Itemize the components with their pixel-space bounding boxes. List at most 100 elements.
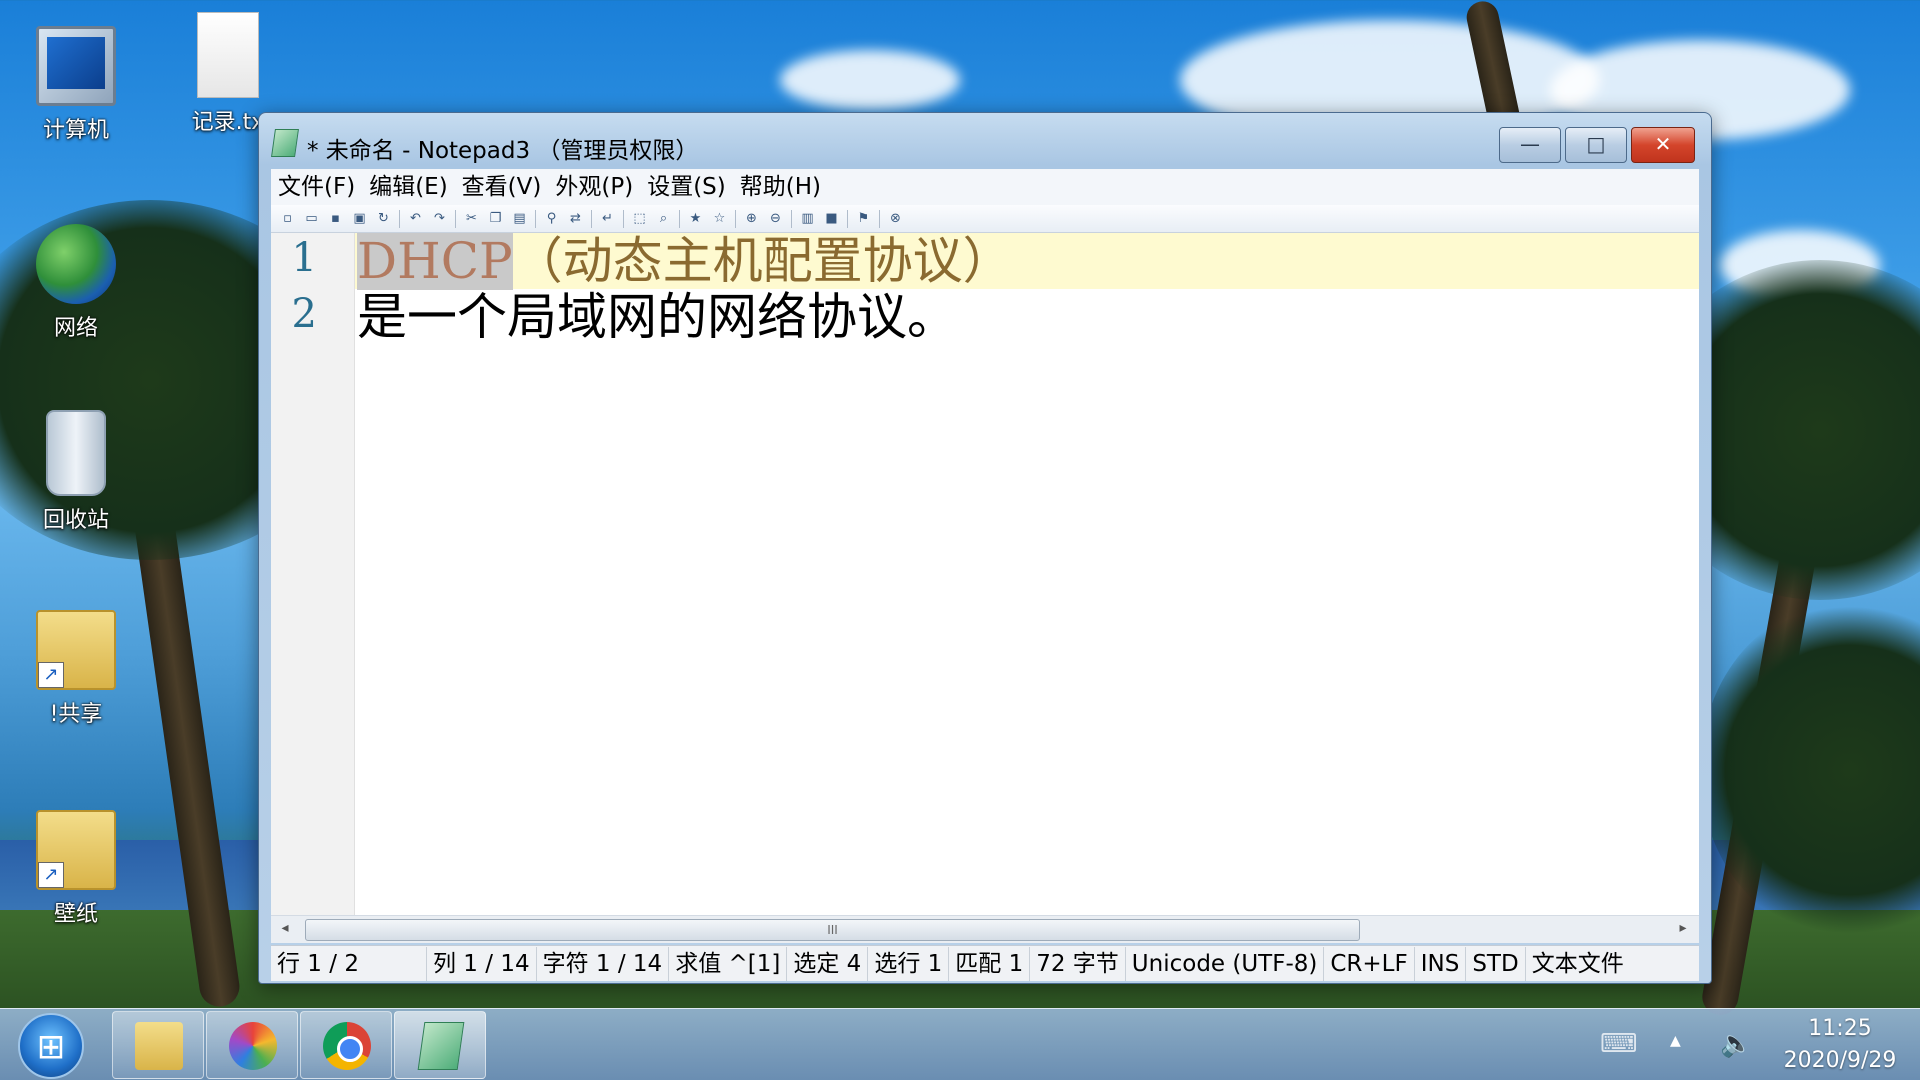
console-icon[interactable]: ■: [821, 210, 842, 228]
chrome-icon: [323, 1022, 371, 1070]
paste-icon[interactable]: ▤: [509, 210, 530, 228]
replace-icon[interactable]: ⇄: [565, 210, 586, 228]
desktop-icon-computer[interactable]: 计算机: [16, 26, 136, 144]
status-std[interactable]: STD: [1466, 947, 1525, 981]
reload-icon[interactable]: ↻: [373, 210, 394, 228]
title-bar[interactable]: * 未命名 - Notepad3 （管理员权限） — □ ✕: [259, 113, 1711, 161]
recycle-bin-icon: [46, 410, 106, 496]
toolbar-separator: [847, 210, 848, 228]
status-selection[interactable]: 选定 4: [787, 947, 868, 981]
toolbar-separator: [679, 210, 680, 228]
toolbar-separator: [399, 210, 400, 228]
toolbar-separator: [591, 210, 592, 228]
line-number: 2: [271, 291, 317, 337]
save-as-icon[interactable]: ▣: [349, 210, 370, 228]
notepad3-icon: [418, 1022, 465, 1070]
close-doc-icon[interactable]: ⊗: [885, 210, 906, 228]
notepad3-window: * 未命名 - Notepad3 （管理员权限） — □ ✕ 文件(F) 编辑(…: [258, 112, 1712, 984]
toolbar-separator: [735, 210, 736, 228]
undo-icon[interactable]: ↶: [405, 210, 426, 228]
status-matches[interactable]: 匹配 1: [949, 947, 1030, 981]
status-char[interactable]: 字符 1 / 14: [537, 947, 670, 981]
zoom-in-icon[interactable]: ⊕: [741, 210, 762, 228]
pin-icon[interactable]: ⚑: [853, 210, 874, 228]
favorite-add-icon[interactable]: ☆: [709, 210, 730, 228]
save-icon[interactable]: ▪: [325, 210, 346, 228]
status-eol[interactable]: CR+LF: [1324, 947, 1414, 981]
pinwheel-app-icon: [229, 1022, 277, 1070]
editor-area[interactable]: 1 2 DHCP（动态主机配置协议） 是一个局域网的网络协议。: [271, 233, 1699, 915]
volume-icon[interactable]: 🔈: [1720, 1029, 1752, 1080]
desktop-icon-label: !共享: [50, 702, 103, 727]
status-line[interactable]: 行 1 / 2: [271, 947, 427, 981]
status-filetype[interactable]: 文本文件: [1526, 947, 1630, 981]
taskbar-chrome[interactable]: [300, 1011, 392, 1079]
line-number: 1: [271, 235, 317, 281]
toolbar-separator: [623, 210, 624, 228]
taskbar-file-explorer[interactable]: [112, 1011, 204, 1079]
close-button[interactable]: ✕: [1631, 127, 1695, 163]
menu-settings[interactable]: 设置(S): [640, 169, 733, 205]
copy-icon[interactable]: ❐: [485, 210, 506, 228]
text-file-icon: [197, 12, 259, 98]
horizontal-scrollbar[interactable]: ◂ III ▸: [271, 915, 1699, 943]
desktop-icon-wallpaper-folder[interactable]: ↗ 壁纸: [16, 810, 136, 928]
desktop-icon-label: 壁纸: [54, 902, 98, 927]
menu-view[interactable]: 查看(V): [455, 169, 549, 205]
desktop-icon-label: 记录.tx: [192, 110, 265, 135]
menu-edit[interactable]: 编辑(E): [362, 169, 454, 205]
status-ins[interactable]: INS: [1415, 947, 1467, 981]
clock-date: 2020/9/29: [1770, 1045, 1910, 1077]
find-icon[interactable]: ⚲: [541, 210, 562, 228]
clock[interactable]: 11:25 2020/9/29: [1770, 1013, 1910, 1077]
shortcut-arrow-icon: ↗: [38, 862, 64, 888]
scroll-right-icon[interactable]: ▸: [1673, 920, 1693, 936]
select-icon[interactable]: ⬚: [629, 210, 650, 228]
maximize-button[interactable]: □: [1565, 127, 1627, 163]
toolbar-separator: [791, 210, 792, 228]
line-text[interactable]: （动态主机配置协议）: [513, 233, 1013, 290]
notepad3-icon: [271, 129, 299, 157]
status-eval[interactable]: 求值 ^[1]: [669, 947, 787, 981]
new-icon[interactable]: ▫: [277, 210, 298, 228]
desktop-icon-share-folder[interactable]: ↗ !共享: [16, 610, 136, 728]
find-next-icon[interactable]: ⌕: [653, 210, 674, 228]
status-encoding[interactable]: Unicode (UTF-8): [1126, 947, 1325, 981]
open-icon[interactable]: ▭: [301, 210, 322, 228]
status-selected-lines[interactable]: 选行 1: [868, 947, 949, 981]
status-bar: 行 1 / 2 列 1 / 14 字符 1 / 14 求值 ^[1] 选定 4 …: [271, 945, 1699, 981]
desktop-icon-label: 计算机: [43, 118, 109, 143]
folder-shortcut-icon: ↗: [36, 810, 116, 890]
keyboard-icon[interactable]: ⌨: [1600, 1029, 1638, 1080]
clock-time: 11:25: [1770, 1013, 1910, 1045]
editor-line-1[interactable]: DHCP（动态主机配置协议）: [357, 233, 1013, 289]
status-bytes[interactable]: 72 字节: [1030, 947, 1126, 981]
folder-shortcut-icon: ↗: [36, 610, 116, 690]
menu-help[interactable]: 帮助(H): [733, 169, 828, 205]
scroll-thumb[interactable]: III: [305, 919, 1360, 941]
toolbar: ▫▭▪▣↻ ↶↷ ✂❐▤ ⚲⇄ ↵ ⬚⌕ ★☆ ⊕⊖ ▥■ ⚑ ⊗: [271, 205, 1699, 233]
status-column[interactable]: 列 1 / 14: [427, 947, 537, 981]
taskbar-notepad3[interactable]: [394, 1011, 486, 1079]
show-hidden-icons-button[interactable]: ▲: [1670, 1033, 1681, 1080]
view-icon[interactable]: ▥: [797, 210, 818, 228]
shortcut-arrow-icon: ↗: [38, 662, 64, 688]
desktop-icon-label: 网络: [54, 316, 98, 341]
toolbar-separator: [535, 210, 536, 228]
wrap-icon[interactable]: ↵: [597, 210, 618, 228]
file-explorer-icon: [135, 1022, 183, 1070]
desktop-icon-recycle-bin[interactable]: 回收站: [16, 410, 136, 534]
favorite-icon[interactable]: ★: [685, 210, 706, 228]
scroll-left-icon[interactable]: ◂: [275, 920, 295, 936]
taskbar-pinwheel-app[interactable]: [206, 1011, 298, 1079]
desktop-icon-network[interactable]: 网络: [16, 224, 136, 342]
editor-line-2[interactable]: 是一个局域网的网络协议。: [357, 289, 957, 345]
start-button[interactable]: [18, 1013, 84, 1079]
minimize-button[interactable]: —: [1499, 127, 1561, 163]
cut-icon[interactable]: ✂: [461, 210, 482, 228]
redo-icon[interactable]: ↷: [429, 210, 450, 228]
menu-appearance[interactable]: 外观(P): [548, 169, 640, 205]
menu-file[interactable]: 文件(F): [271, 169, 362, 205]
zoom-out-icon[interactable]: ⊖: [765, 210, 786, 228]
selected-text[interactable]: DHCP: [357, 233, 513, 290]
